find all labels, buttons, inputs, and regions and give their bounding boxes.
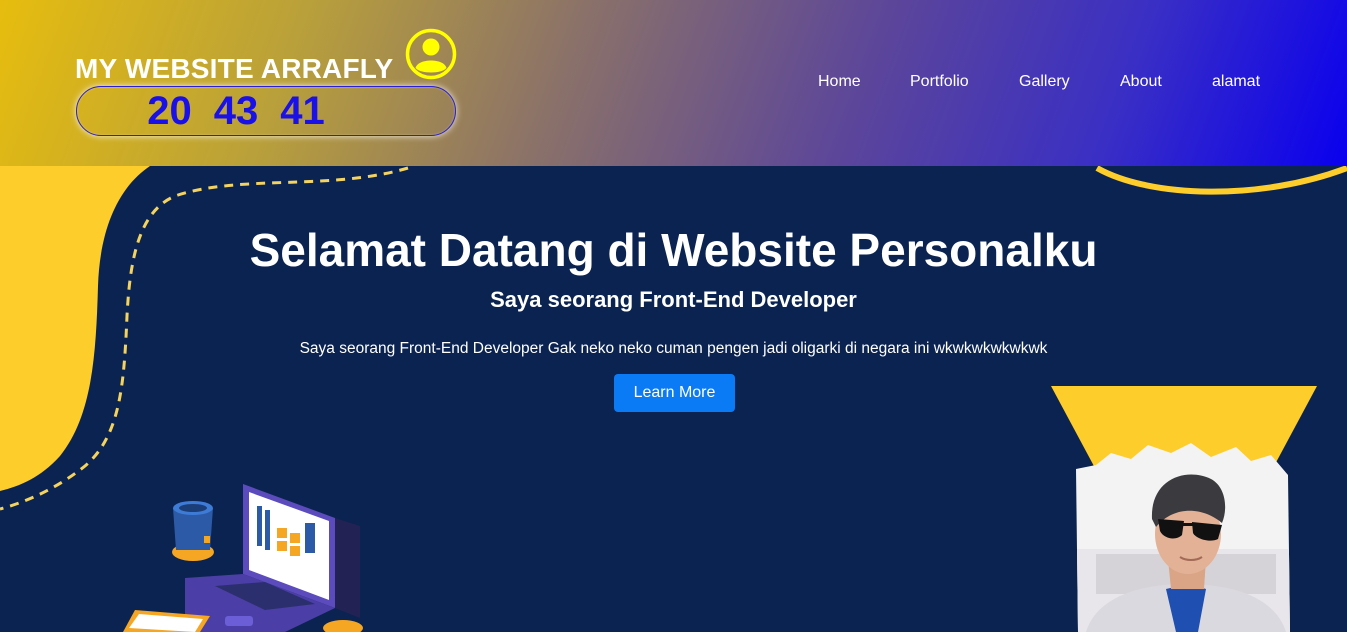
clock-hours: 20: [147, 89, 192, 133]
hero-title-text: Selamat Datang di Website Personalku: [249, 224, 1098, 276]
hero-title: Selamat Datang di Website Personalku: [0, 223, 1347, 277]
digital-clock: 20 43 41: [76, 86, 456, 136]
clock-seconds: 41: [280, 89, 325, 133]
main-nav: Home Portfolio Gallery About alamat: [0, 73, 1347, 93]
learn-more-button[interactable]: Learn More: [614, 374, 735, 412]
site-header: MY WEBSITE ARRAFLY 20 43 41 Home Portfol…: [0, 0, 1347, 166]
nav-link-alamat[interactable]: alamat: [1212, 73, 1260, 91]
nav-link-gallery[interactable]: Gallery: [1019, 73, 1070, 91]
nav-link-portfolio[interactable]: Portfolio: [910, 73, 969, 91]
nav-link-home[interactable]: Home: [818, 73, 861, 91]
yellow-wave-shape: [0, 166, 150, 491]
clock-minutes: 43: [213, 89, 259, 133]
laptop-illustration: [123, 484, 363, 632]
profile-photo: [1076, 443, 1290, 632]
yellow-arc-shape: [1095, 166, 1347, 195]
hero-subtitle: Saya seorang Front-End Developer: [490, 287, 857, 312]
nav-link-about[interactable]: About: [1120, 73, 1162, 91]
hero-section: Selamat Datang di Website Personalku Say…: [0, 166, 1347, 632]
hero-description: Saya seorang Front-End Developer Gak nek…: [299, 340, 1048, 357]
